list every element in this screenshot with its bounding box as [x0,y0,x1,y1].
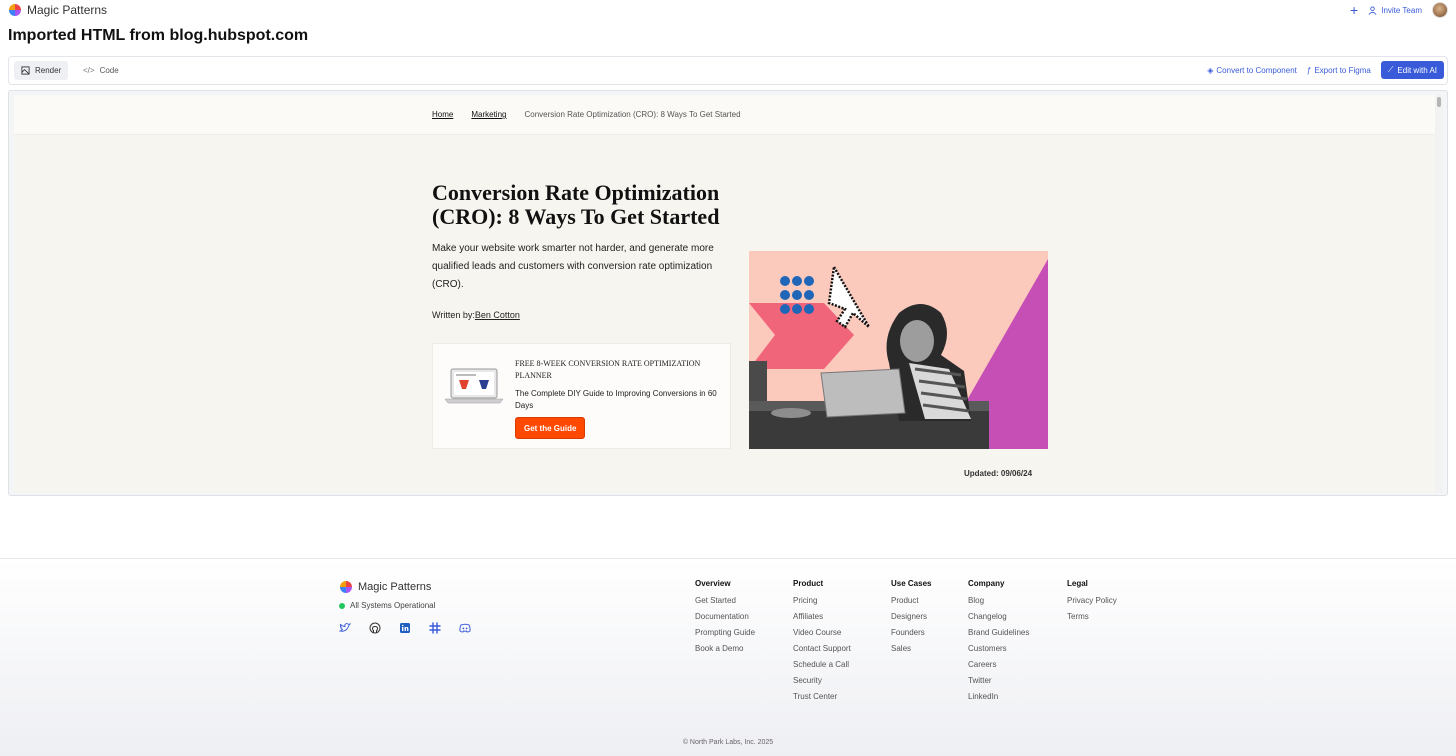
breadcrumb-bar: Home Marketing Conversion Rate Optimizat… [14,95,1435,135]
footer-link-prompting-guide[interactable]: Prompting Guide [695,627,755,643]
magic-patterns-logo-icon [340,581,352,593]
invite-team-button[interactable]: Invite Team [1368,6,1422,15]
footer-link-founders[interactable]: Founders [891,627,931,643]
preview-frame: Home Marketing Conversion Rate Optimizat… [8,90,1448,496]
footer-column-legal: Legal Privacy Policy Terms [1067,579,1117,627]
footer-link-blog[interactable]: Blog [968,595,1029,611]
article-subtitle: Make your website work smarter not harde… [432,243,714,290]
avatar[interactable] [1432,2,1448,18]
footer-link-video-course[interactable]: Video Course [793,627,851,643]
user-icon [1368,5,1377,15]
footer-link-get-started[interactable]: Get Started [695,595,755,611]
footer-link-customers[interactable]: Customers [968,643,1029,659]
footer-heading: Use Cases [891,579,932,588]
footer-column-overview: Overview Get Started Documentation Promp… [695,579,755,659]
updated-date: Updated: 09/06/24 [964,469,1033,478]
footer-column-use-cases: Use Cases Product Designers Founders Sal… [891,579,931,659]
hero-image [749,251,1048,449]
footer-column-company: Company Blog Changelog Brand Guidelines … [968,579,1029,707]
code-icon: </> [83,66,95,75]
byline-prefix: Written by: [432,310,475,320]
scrollbar-thumb[interactable] [1437,97,1441,107]
footer-brand[interactable]: Magic Patterns [339,580,431,594]
convert-to-component-button[interactable]: ◈ Convert to Component [1207,66,1297,75]
footer-link-book-a-demo[interactable]: Book a Demo [695,643,755,659]
footer-link-schedule-a-call[interactable]: Schedule a Call [793,659,851,675]
figma-icon: ƒ [1306,65,1312,75]
discord-icon[interactable] [459,621,471,633]
slack-icon[interactable] [429,621,441,634]
app-brand[interactable]: Magic Patterns [8,3,107,17]
footer-link-privacy-policy[interactable]: Privacy Policy [1067,595,1117,611]
status-dot-icon [339,602,345,609]
breadcrumb: Home Marketing Conversion Rate Optimizat… [432,110,741,119]
tab-render[interactable]: Render [14,61,69,80]
footer-link-documentation[interactable]: Documentation [695,611,755,627]
article-title: Conversion Rate Optimization (CRO): 8 Wa… [432,180,720,229]
footer-link-contact-support[interactable]: Contact Support [793,643,851,659]
github-icon[interactable] [369,621,381,634]
breadcrumb-home[interactable]: Home [432,110,453,119]
rendered-page: Home Marketing Conversion Rate Optimizat… [14,95,1435,493]
footer-heading: Company [968,579,1005,588]
footer-link-trust-center[interactable]: Trust Center [793,691,851,707]
preview-scrollbar[interactable] [1435,95,1443,493]
footer-link-terms[interactable]: Terms [1067,611,1117,627]
footer-link-affiliates[interactable]: Affiliates [793,611,851,627]
export-label: Export to Figma [1314,65,1371,75]
invite-team-label: Invite Team [1381,5,1422,15]
tab-code-label: Code [99,66,119,75]
status-label: All Systems Operational [350,601,436,610]
component-icon: ◈ [1207,65,1214,75]
breadcrumb-marketing[interactable]: Marketing [471,110,506,119]
footer-link-sales[interactable]: Sales [891,643,931,659]
convert-label: Convert to Component [1216,65,1297,75]
tab-code[interactable]: </> Code [76,61,126,80]
tab-render-label: Render [35,66,62,75]
render-icon [21,66,30,75]
top-bar: Magic Patterns + Invite Team [0,0,1456,22]
preview-toolbar: Render </> Code ◈ Convert to Component ƒ… [8,56,1448,85]
footer-link-designers[interactable]: Designers [891,611,931,627]
footer-link-brand-guidelines[interactable]: Brand Guidelines [968,627,1029,643]
promo-title: FREE 8-WEEK CONVERSION RATE OPTIMIZATION… [515,359,701,380]
footer-link-linkedin[interactable]: LinkedIn [968,691,1029,707]
footer-link-careers[interactable]: Careers [968,659,1029,675]
export-to-figma-button[interactable]: ƒ Export to Figma [1307,66,1371,75]
system-status[interactable]: All Systems Operational [339,601,435,610]
social-links [338,621,471,634]
wand-icon: ⟋ [1387,65,1394,74]
edit-with-ai-button[interactable]: ⟋ Edit with AI [1380,61,1444,79]
app-name: Magic Patterns [27,3,108,17]
footer-heading: Overview [695,579,731,588]
get-the-guide-button[interactable]: Get the Guide [515,417,586,439]
footer-link-changelog[interactable]: Changelog [968,611,1029,627]
footer-link-pricing[interactable]: Pricing [793,595,851,611]
linkedin-icon[interactable] [399,621,411,633]
magic-patterns-logo-icon [9,4,21,16]
footer-link-product[interactable]: Product [891,595,931,611]
promo-card: FREE 8-WEEK CONVERSION RATE OPTIMIZATION… [432,343,731,449]
footer-column-product: Product Pricing Affiliates Video Course … [793,579,851,707]
twitter-icon[interactable] [338,621,352,633]
promo-description: The Complete DIY Guide to Improving Conv… [515,389,717,410]
footer-heading: Product [793,579,824,588]
site-footer: Magic Patterns All Systems Operational O… [0,558,1456,756]
footer-brand-name: Magic Patterns [358,581,432,593]
breadcrumb-current: Conversion Rate Optimization (CRO): 8 Wa… [524,110,741,119]
page-title: Imported HTML from blog.hubspot.com [8,27,309,44]
footer-link-security[interactable]: Security [793,675,851,691]
plus-icon[interactable]: + [1350,3,1358,17]
footer-heading: Legal [1067,579,1088,588]
copyright: © North Park Labs, Inc. 2025 [682,739,774,746]
author-link[interactable]: Ben Cotton [475,310,520,320]
laptop-illustration [444,368,504,404]
byline: Written by:Ben Cotton [432,310,520,320]
edit-label: Edit with AI [1397,65,1437,75]
footer-link-twitter[interactable]: Twitter [968,675,1029,691]
